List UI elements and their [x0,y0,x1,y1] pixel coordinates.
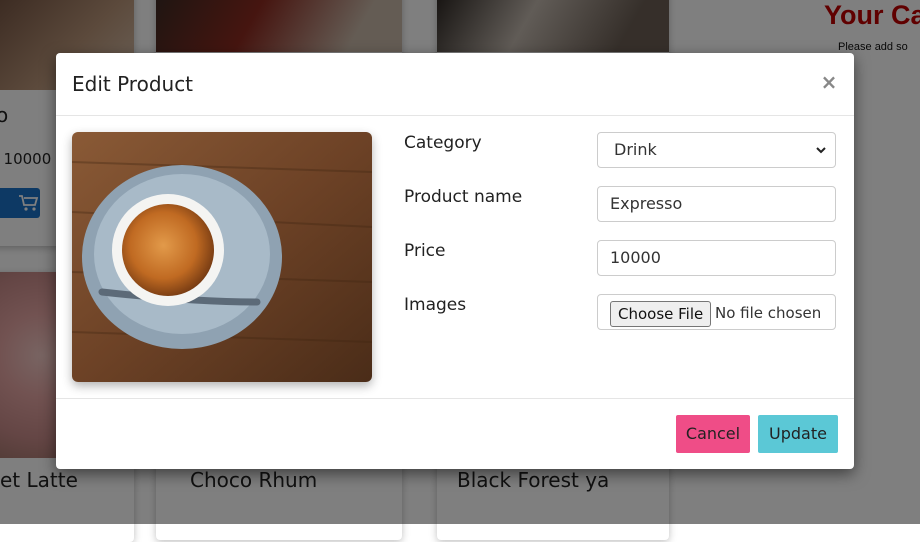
product-name-label: Product name [404,187,523,207]
product-name-input[interactable]: Expresso [597,186,836,222]
close-button[interactable]: × [820,71,838,93]
choose-file-button[interactable]: Choose File [610,301,712,327]
espresso-cup-image [72,132,372,382]
category-value: Drink [614,140,657,159]
category-select[interactable]: Drink [597,132,836,168]
modal-footer: Cancel Update [56,398,854,470]
edit-product-modal: Edit Product × Category Drink Product na… [56,53,854,469]
modal-title: Edit Product [72,72,194,96]
images-label: Images [404,295,467,315]
price-label: Price [404,241,446,261]
modal-header: Edit Product × [56,53,854,116]
image-file-input: Choose File No file chosen [597,294,836,330]
file-status: No file chosen [715,304,822,322]
update-button[interactable]: Update [758,415,838,453]
price-input[interactable]: 10000 [597,240,836,276]
product-photo [72,132,372,382]
cancel-button[interactable]: Cancel [676,415,750,453]
category-label: Category [404,133,482,153]
chevron-down-icon [816,147,826,154]
